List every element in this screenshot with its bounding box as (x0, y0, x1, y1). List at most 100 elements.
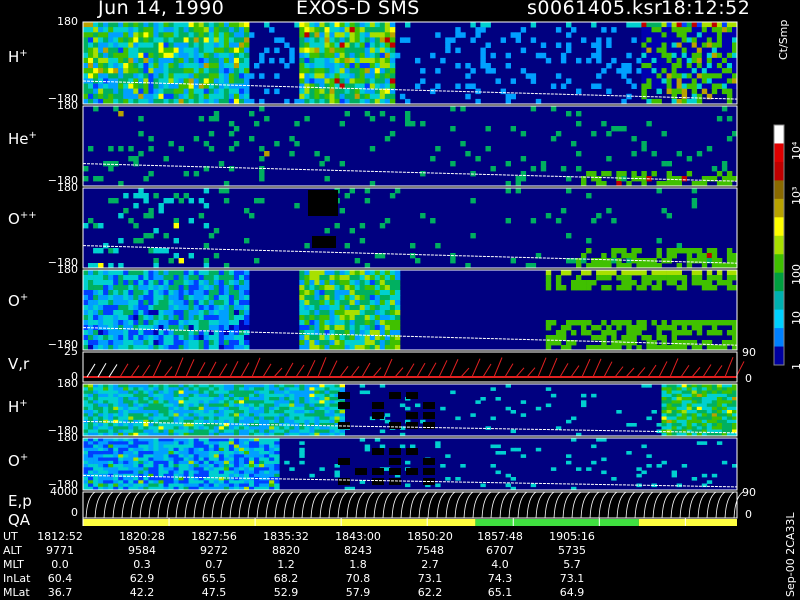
spectrogram-cell (103, 340, 109, 346)
spectrogram-cell (208, 315, 215, 321)
spectrogram-cell (173, 73, 179, 79)
spectrogram-cell (158, 429, 164, 434)
spectrogram-cell (213, 410, 220, 414)
spectrogram-cell (641, 141, 647, 147)
spectrogram-cell (218, 63, 225, 69)
spectrogram-cell (173, 441, 179, 445)
spectrogram-cell (223, 275, 230, 281)
spectrogram-cell (304, 295, 310, 301)
spectrogram-cell (646, 63, 652, 69)
spectrogram-cell (671, 419, 677, 424)
spectrogram-cell (183, 295, 189, 301)
spectrogram-cell (369, 280, 376, 286)
spectrogram-cell (208, 78, 215, 84)
spectrogram-cell (334, 300, 340, 306)
spectrogram-cell (339, 57, 345, 64)
spectrogram-cell (571, 320, 577, 326)
spectrogram-cell (178, 32, 184, 38)
spectrogram-cell (716, 32, 723, 38)
spectrogram-cell (188, 315, 194, 321)
spectrogram-cell (284, 429, 290, 434)
spectrogram-cell (334, 429, 340, 434)
spectrogram-cell (716, 419, 723, 424)
spectrogram-cell (294, 406, 300, 411)
spectrogram-cell (581, 285, 587, 291)
spectrogram-cell (153, 32, 159, 38)
spectrogram-cell (93, 320, 99, 326)
spectrogram-cell (384, 22, 391, 28)
spectrogram-cell (143, 305, 149, 311)
spectrogram-cell (213, 419, 220, 424)
spectrogram-cell (696, 78, 703, 84)
spectrogram-cell (158, 410, 164, 414)
spectrogram-cell (324, 400, 330, 404)
spectrogram-cell (576, 121, 582, 127)
spectrogram-cell (264, 393, 270, 398)
spectrogram-cell (329, 406, 335, 411)
spectrogram-cell (259, 444, 265, 449)
spectrogram-cell (218, 447, 225, 452)
spectrogram-cell (113, 416, 119, 421)
spectrogram-cell (555, 131, 562, 137)
spectrogram-cell (218, 275, 225, 281)
spectrogram-cell (249, 397, 255, 401)
spectrogram-cell (123, 270, 129, 276)
spectrogram-cell (244, 410, 250, 414)
spectrogram-cell (244, 300, 250, 306)
spectrogram-cell (716, 280, 723, 286)
version-label: Sep-00 2CA33L (784, 512, 797, 597)
spectrogram-cell (339, 93, 345, 100)
spectrogram-cell (208, 413, 215, 417)
spectrogram-cell (108, 340, 114, 346)
spectrogram-cell (228, 42, 235, 48)
spectrogram-cell (108, 295, 114, 301)
spectrogram-cell (304, 429, 310, 434)
spectrogram-cell (213, 447, 220, 452)
spectrogram-cell (716, 410, 723, 414)
spectrogram-cell (681, 83, 688, 89)
spectrogram-cell (178, 310, 184, 316)
spectrogram-cell (344, 32, 350, 38)
spectrogram-cell (329, 290, 335, 296)
spectrogram-cell (555, 285, 562, 291)
spectrogram-cell (208, 444, 215, 449)
spectrogram-cell (148, 73, 154, 79)
spectrogram-cell (103, 290, 109, 296)
spectrogram-cell (244, 335, 250, 341)
spectrogram-cell (93, 423, 99, 427)
spectrogram-cell (148, 213, 154, 219)
spectrogram-cell (118, 315, 124, 321)
spectrogram-cell (203, 68, 210, 74)
spectrogram-cell (188, 93, 194, 100)
spectrogram-cell (324, 37, 330, 43)
spectrogram-cell (168, 387, 174, 391)
spectrogram-cell (173, 57, 179, 64)
spectrogram-cell (128, 393, 134, 398)
spectrogram-cell (113, 300, 119, 306)
spectrogram-cell (349, 78, 355, 84)
spectrogram-cell (244, 285, 250, 291)
spectrogram-cell (118, 37, 124, 43)
spectrogram-cell (123, 400, 129, 404)
spectrogram-cell (178, 290, 184, 296)
spectrogram-cell (666, 275, 672, 281)
orbit-value: 5735 (558, 544, 586, 557)
spectrogram-cell (696, 73, 703, 79)
spectrogram-cell (651, 171, 657, 177)
spectrogram-cell (158, 390, 164, 395)
spectrogram-cell (284, 400, 290, 404)
spectrogram-cell (233, 47, 240, 54)
spectrogram-cell (415, 258, 421, 264)
spectrogram-cell (611, 335, 617, 341)
spectrogram-cell (143, 290, 149, 296)
spectrogram-cell (566, 188, 572, 194)
spectrogram-cell (304, 330, 310, 336)
spectrogram-cell (560, 285, 567, 291)
spectrogram-cell (671, 275, 677, 281)
colorbar-tick: 10³ (790, 186, 800, 205)
spectrogram-cell (153, 340, 159, 346)
spectrogram-cell (98, 413, 104, 417)
spectrogram-cell (269, 451, 275, 455)
spectrogram-cell (183, 280, 189, 286)
spectrogram-cell (676, 243, 682, 249)
